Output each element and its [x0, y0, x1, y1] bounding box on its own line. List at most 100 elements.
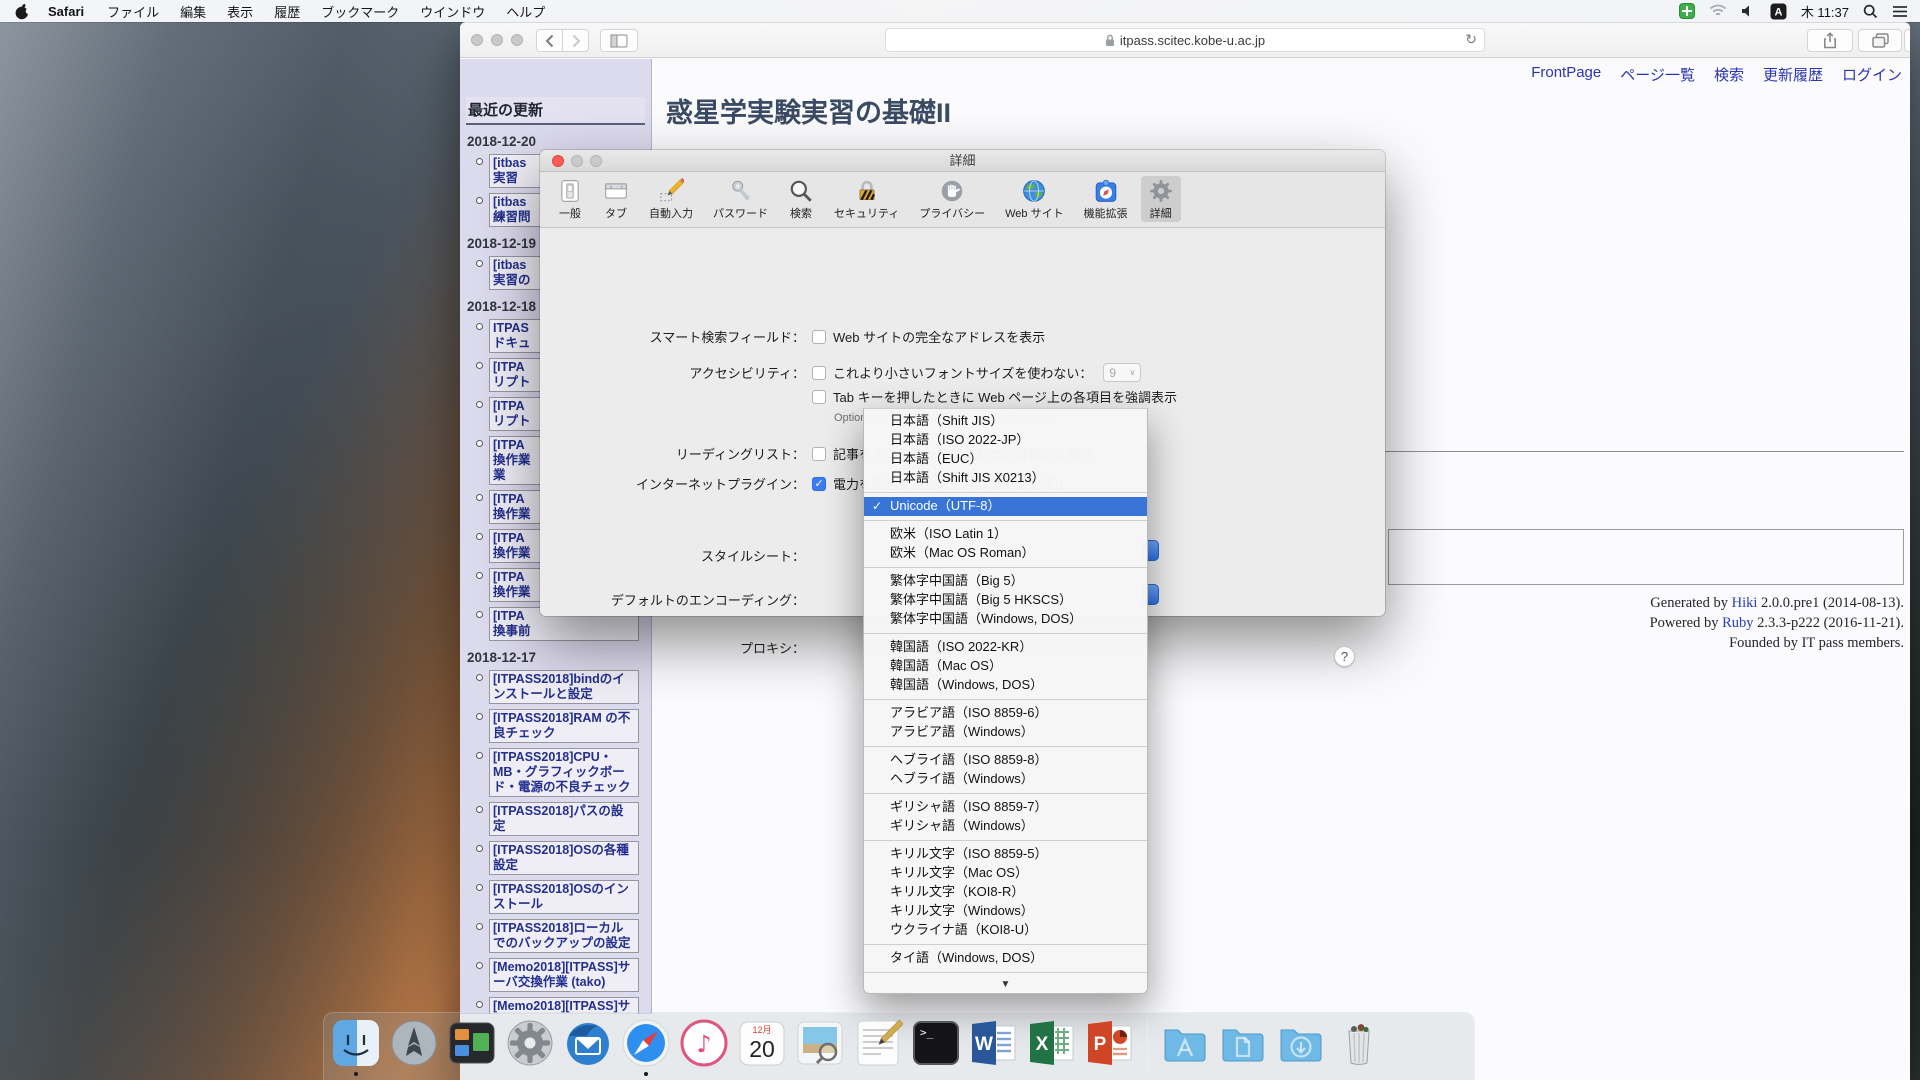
encoding-menu-item[interactable]: タイ語（Windows, DOS） — [864, 949, 1147, 968]
dock-finder-icon[interactable] — [331, 1018, 381, 1068]
sidebar-link[interactable]: [Memo2018][ITPASS]サーバ交換作業 (tako) — [489, 958, 639, 992]
link-page-list[interactable]: ページ一覧 — [1620, 64, 1695, 85]
dock-downloads-folder-icon[interactable] — [1276, 1018, 1326, 1068]
encoding-menu-item[interactable]: 日本語（ISO 2022-JP） — [864, 431, 1147, 450]
volume-icon[interactable] — [1741, 4, 1756, 18]
dock-preview-icon[interactable] — [795, 1018, 845, 1068]
font-size-select[interactable]: 9 ∨ — [1103, 363, 1141, 382]
encoding-menu-item[interactable]: 繁体字中国語（Big 5 HKSCS） — [864, 591, 1147, 610]
sidebar-link[interactable]: [ITPASS2018]CPU・MB・グラフィックボード・電源の不良チェック — [489, 748, 639, 797]
smart-search-checkbox[interactable] — [812, 330, 826, 344]
encoding-menu-item[interactable]: ヘブライ語（ISO 8859-8） — [864, 751, 1147, 770]
encoding-menu-item[interactable]: アラビア語（ISO 8859-6） — [864, 704, 1147, 723]
reload-icon[interactable]: ↻ — [1465, 31, 1477, 48]
sidebar-link[interactable]: [ITPASS2018]ローカルでのバックアップの設定 — [489, 919, 639, 953]
encoding-menu-item[interactable]: ギリシャ語（ISO 8859-7） — [864, 798, 1147, 817]
menu-bar-clock[interactable]: 木 11:37 — [1801, 2, 1849, 21]
tab-general[interactable]: 一般 — [550, 176, 590, 222]
encoding-menu-item[interactable]: 韓国語（Mac OS） — [864, 657, 1147, 676]
dock-textedit-icon[interactable] — [853, 1018, 903, 1068]
encoding-menu-item[interactable]: 欧米（Mac OS Roman） — [864, 544, 1147, 563]
tab-extensions[interactable]: 機能拡張 — [1077, 176, 1135, 222]
encoding-menu-item[interactable]: ✓Unicode（UTF-8） — [864, 497, 1147, 516]
link-search[interactable]: 検索 — [1714, 64, 1744, 85]
dock-powerpoint-icon[interactable]: P — [1085, 1018, 1135, 1068]
link-ruby[interactable]: Ruby — [1722, 615, 1753, 631]
encoding-menu-item[interactable]: 韓国語（Windows, DOS） — [864, 676, 1147, 695]
encoding-menu-item[interactable]: 日本語（EUC） — [864, 450, 1147, 469]
menu-view[interactable]: 表示 — [227, 2, 253, 21]
menu-history[interactable]: 履歴 — [274, 2, 300, 21]
reading-list-checkbox[interactable] — [812, 447, 826, 461]
encoding-menu-item[interactable]: 韓国語（ISO 2022-KR） — [864, 638, 1147, 657]
encoding-menu-item[interactable]: ウクライナ語（KOI8-U） — [864, 921, 1147, 940]
encoding-menu-item[interactable]: 繁体字中国語（Windows, DOS） — [864, 610, 1147, 629]
back-button[interactable] — [536, 29, 563, 52]
tab-search[interactable]: 検索 — [781, 176, 821, 222]
dock-safari-icon[interactable] — [621, 1018, 671, 1068]
sidebar-toggle-button[interactable] — [600, 29, 638, 52]
sidebar-link[interactable]: [ITPASS2018]パスの設定 — [489, 802, 639, 836]
input-source-icon[interactable]: A — [1770, 3, 1787, 20]
dock-terminal-icon[interactable]: >_ — [911, 1018, 961, 1068]
tab-privacy[interactable]: プライバシー — [912, 176, 992, 222]
status-green-app-icon[interactable] — [1679, 3, 1695, 19]
sidebar-link[interactable]: [ITPASS2018]OSの各種設定 — [489, 841, 639, 875]
address-bar[interactable]: itpass.scitec.kobe-u.ac.jp ↻ — [885, 28, 1485, 52]
sidebar-link[interactable]: [ITPASS2018]bindのインストールと設定 — [489, 670, 639, 704]
spotlight-search-icon[interactable] — [1863, 4, 1878, 19]
help-button[interactable]: ? — [1334, 646, 1355, 667]
new-tab-button[interactable] — [1904, 29, 1910, 52]
tab-autofill[interactable]: 自動入力 — [642, 176, 700, 222]
minimize-button[interactable] — [571, 155, 583, 167]
tab-passwords[interactable]: パスワード — [706, 176, 775, 222]
tab-websites[interactable]: Web サイト — [998, 176, 1070, 222]
preferences-titlebar[interactable]: 詳細 — [540, 150, 1385, 172]
encoding-menu-item[interactable]: キリル文字（KOI8-R） — [864, 883, 1147, 902]
tab-highlight-checkbox[interactable] — [812, 390, 826, 404]
dock-itunes-icon[interactable]: ♪ — [679, 1018, 729, 1068]
tab-advanced-selected[interactable]: 詳細 — [1141, 176, 1181, 222]
close-window-button[interactable] — [471, 34, 483, 46]
tab-tabs[interactable]: ×+ タブ — [596, 176, 636, 222]
dock-word-icon[interactable]: W — [969, 1018, 1019, 1068]
minimize-window-button[interactable] — [491, 34, 503, 46]
encoding-menu-item[interactable]: 日本語（Shift JIS X0213） — [864, 469, 1147, 488]
menu-window[interactable]: ウインドウ — [420, 2, 485, 21]
encoding-menu-item[interactable]: アラビア語（Windows） — [864, 723, 1147, 742]
encoding-menu-item[interactable]: 欧米（ISO Latin 1） — [864, 525, 1147, 544]
dock-calendar-icon[interactable]: 12月20 — [737, 1018, 787, 1068]
menu-scroll-down-indicator[interactable]: ▼ — [864, 977, 1147, 991]
sidebar-link[interactable]: [ITPASS2018]OSのインストール — [489, 880, 639, 914]
dock-launchpad-icon[interactable] — [389, 1018, 439, 1068]
notification-center-icon[interactable] — [1892, 5, 1908, 18]
encoding-menu-item[interactable]: キリル文字（Windows） — [864, 902, 1147, 921]
plugins-checkbox[interactable] — [812, 477, 826, 491]
link-hiki[interactable]: Hiki — [1732, 595, 1758, 611]
dock-system-preferences-icon[interactable] — [505, 1018, 555, 1068]
link-login[interactable]: ログイン — [1842, 64, 1902, 85]
menu-edit[interactable]: 編集 — [180, 2, 206, 21]
dock-trash-icon[interactable] — [1334, 1018, 1384, 1068]
wifi-icon[interactable] — [1709, 4, 1727, 18]
dock-mission-control-icon[interactable] — [447, 1018, 497, 1068]
menu-help[interactable]: ヘルプ — [506, 2, 545, 21]
tab-security[interactable]: セキュリティ — [827, 176, 906, 222]
share-button[interactable] — [1807, 29, 1853, 52]
encoding-menu-item[interactable]: ギリシャ語（Windows） — [864, 817, 1147, 836]
min-font-size-checkbox[interactable] — [812, 366, 826, 380]
tab-overview-button[interactable] — [1858, 29, 1902, 52]
zoom-window-button[interactable] — [511, 34, 523, 46]
encoding-menu-item[interactable]: キリル文字（Mac OS） — [864, 864, 1147, 883]
link-frontpage[interactable]: FrontPage — [1531, 64, 1601, 85]
menu-bookmarks[interactable]: ブックマーク — [321, 2, 399, 21]
dock-thunderbird-icon[interactable] — [563, 1018, 613, 1068]
close-button[interactable] — [552, 155, 564, 167]
forward-button[interactable] — [562, 29, 589, 52]
encoding-menu-item[interactable]: キリル文字（ISO 8859-5） — [864, 845, 1147, 864]
dock-excel-icon[interactable]: X — [1027, 1018, 1077, 1068]
sidebar-link[interactable]: [ITPASS2018]RAM の不良チェック — [489, 709, 639, 743]
menu-safari[interactable]: Safari — [48, 4, 84, 19]
dock-documents-folder-icon[interactable] — [1218, 1018, 1268, 1068]
apple-menu-icon[interactable] — [14, 2, 30, 20]
